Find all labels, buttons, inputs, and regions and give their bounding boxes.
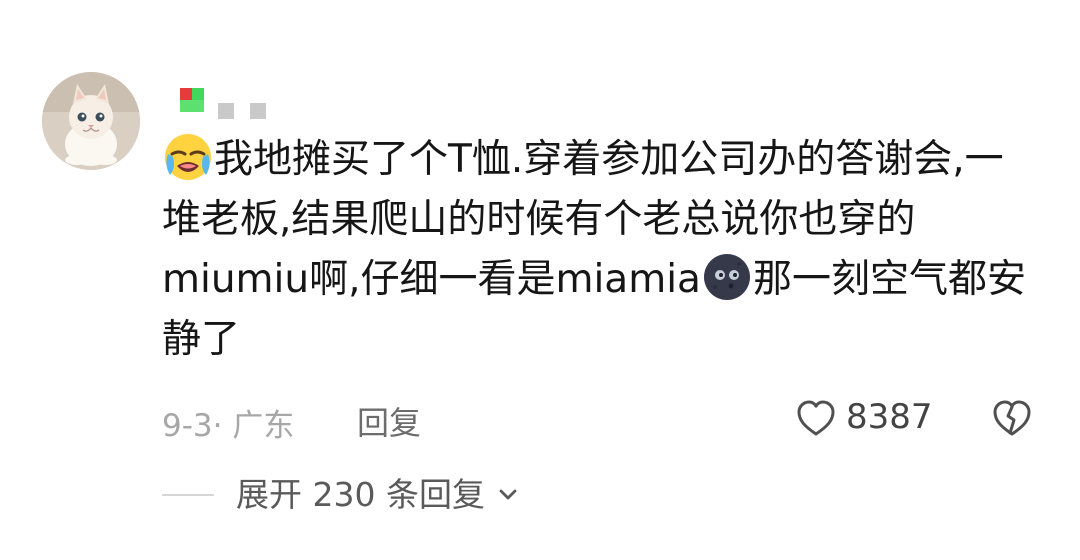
comment-line-2: 堆老板,结果爬山的时候有个老总说你也穿的 <box>162 197 916 242</box>
mosaic-gray-2 <box>250 103 266 119</box>
comment-line-3-before: miumiu啊,仔细一看是miamia <box>162 257 701 302</box>
cat-avatar-image <box>42 72 140 170</box>
comment-line-3: miumiu啊,仔细一看是miamia 那一刻空气都安 <box>162 250 1042 310</box>
comment-line-3-after: 那一刻空气都安 <box>752 257 1026 302</box>
expand-replies-label: 展开 230 条回复 <box>236 475 485 514</box>
like-count: 8387 <box>846 397 933 437</box>
mosaic-green-top <box>192 88 204 100</box>
comment-line-4: 静了 <box>162 317 241 362</box>
broken-heart-icon[interactable] <box>990 398 1034 442</box>
crying-face-icon <box>162 130 214 182</box>
comment-line-1-text: 我地摊买了个T恤.穿着参加公司办的答谢会,一 <box>214 137 1004 182</box>
date-location: 9-3· 广东 <box>162 408 295 444</box>
expand-replies-button[interactable]: 展开 230 条回复 <box>236 470 520 520</box>
expand-replies-row: 展开 230 条回复 <box>162 470 762 520</box>
username-mosaic[interactable] <box>176 88 268 120</box>
mosaic-green-bottom <box>180 100 204 112</box>
heart-icon <box>797 400 835 436</box>
new-moon-face-icon <box>701 250 753 302</box>
comment-text: 我地摊买了个T恤.穿着参加公司办的答谢会,一 堆老板,结果爬山的时候有个老总说你… <box>162 130 1042 370</box>
comment-line-1: 我地摊买了个T恤.穿着参加公司办的答谢会,一 <box>162 130 1042 190</box>
mosaic-red <box>180 88 192 100</box>
reply-button[interactable]: 回复 <box>357 398 421 444</box>
mosaic-gray-1 <box>218 103 234 119</box>
chevron-down-icon <box>499 489 517 500</box>
expand-divider <box>162 494 214 496</box>
comment-actions: 9-3· 广东 回复 8387 <box>162 392 1042 446</box>
avatar[interactable] <box>42 72 140 170</box>
